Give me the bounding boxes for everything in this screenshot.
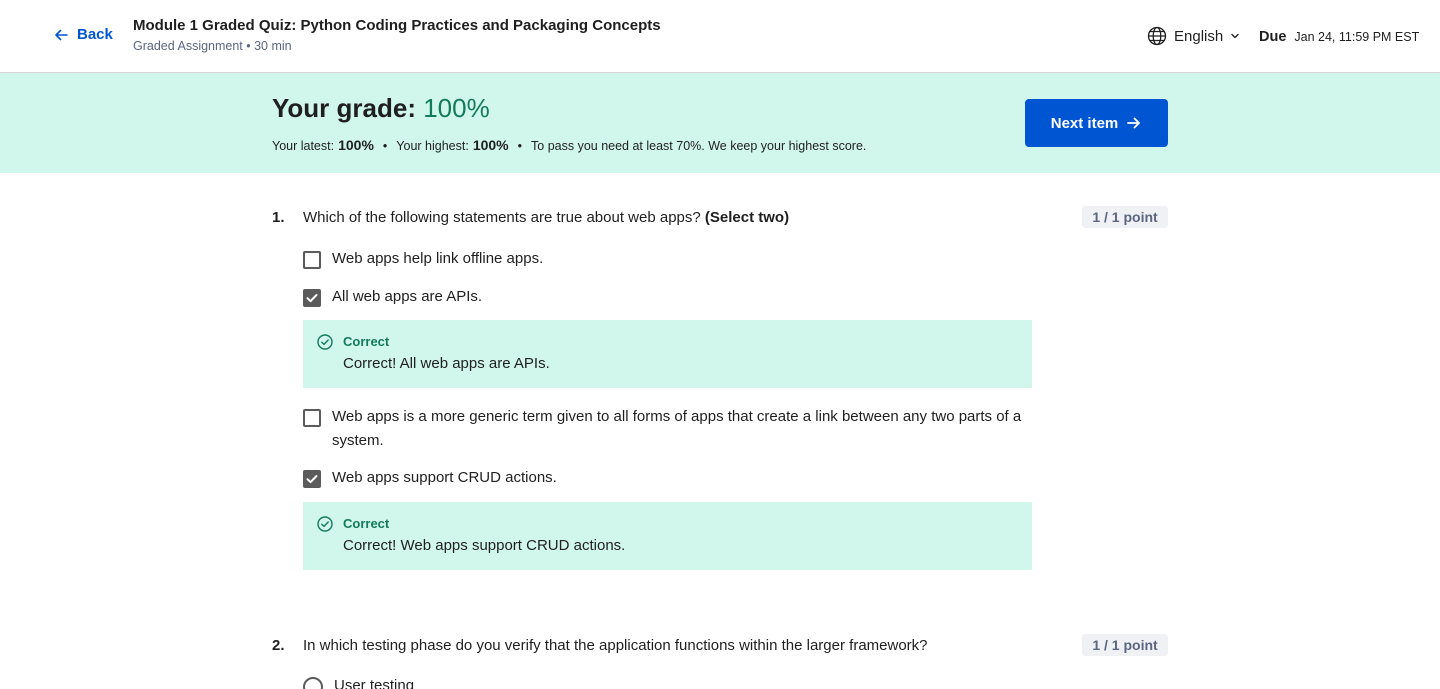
answer-option[interactable]: User testing xyxy=(303,677,1033,689)
feedback-correct: Correct Correct! All web apps are APIs. xyxy=(303,320,1032,388)
checkbox[interactable] xyxy=(303,409,321,427)
feedback-correct: Correct Correct! Web apps support CRUD a… xyxy=(303,502,1032,570)
check-circle-icon xyxy=(317,334,333,350)
separator-dot: • xyxy=(517,139,523,153)
arrow-right-icon xyxy=(1127,117,1141,129)
radio-button[interactable] xyxy=(303,677,323,689)
feedback-title: Correct xyxy=(343,516,390,531)
feedback-title: Correct xyxy=(343,334,390,349)
question-number: 2. xyxy=(272,637,285,654)
option-label: User testing xyxy=(334,677,415,689)
highest-label: Your highest: xyxy=(396,139,469,153)
option-label: Web apps is a more generic term given to… xyxy=(332,408,1022,449)
back-label: Back xyxy=(77,26,113,43)
question-number: 1. xyxy=(272,209,285,226)
grade-banner: Your grade: 100% Your latest: 100% • You… xyxy=(0,73,1440,173)
checkbox-checked[interactable] xyxy=(303,470,321,488)
option-label: Web apps support CRUD actions. xyxy=(332,469,557,486)
checkmark-icon xyxy=(306,294,318,303)
option-label: All web apps are APIs. xyxy=(332,288,483,305)
option-label: Web apps help link offline apps. xyxy=(332,250,544,267)
arrow-left-icon xyxy=(55,29,68,40)
feedback-text: Correct! All web apps are APIs. xyxy=(343,355,550,372)
latest-value: 100% xyxy=(338,137,374,153)
question-prompt: Which of the following statements are tr… xyxy=(303,209,701,226)
language-selector[interactable]: English xyxy=(1147,26,1240,46)
page-title: Module 1 Graded Quiz: Python Coding Prac… xyxy=(133,17,661,34)
check-circle-icon xyxy=(317,516,333,532)
question-text: Which of the following statements are tr… xyxy=(303,209,789,226)
points-badge: 1 / 1 point xyxy=(1082,634,1168,656)
latest-label: Your latest: xyxy=(272,139,335,153)
due-date: Due Jan 24, 11:59 PM EST xyxy=(1259,29,1419,45)
due-label: Due xyxy=(1259,29,1287,45)
answer-option[interactable]: Web apps is a more generic term given to… xyxy=(303,408,1033,453)
checkbox[interactable] xyxy=(303,251,321,269)
feedback-text: Correct! Web apps support CRUD actions. xyxy=(343,537,626,554)
answer-option[interactable]: Web apps help link offline apps. xyxy=(303,250,1033,271)
back-button[interactable]: Back xyxy=(53,26,113,43)
checkmark-icon xyxy=(306,475,318,484)
language-label: English xyxy=(1174,27,1224,45)
separator-dot: • xyxy=(382,139,388,153)
globe-icon xyxy=(1147,26,1167,46)
chevron-down-icon xyxy=(1231,33,1239,39)
grade-details: Your latest: 100% • Your highest: 100% •… xyxy=(272,137,866,153)
grade-label: Your grade: xyxy=(272,93,416,123)
next-item-label: Next item xyxy=(1050,114,1119,132)
answer-option[interactable]: Web apps support CRUD actions. xyxy=(303,469,1033,490)
grade-heading: Your grade: 100% xyxy=(272,93,490,124)
question-prompt: In which testing phase do you verify tha… xyxy=(303,637,928,654)
answer-option[interactable]: All web apps are APIs. xyxy=(303,288,1033,309)
grade-value: 100% xyxy=(423,93,490,123)
highest-value: 100% xyxy=(472,137,509,153)
question-text: In which testing phase do you verify tha… xyxy=(303,637,928,654)
page-subtitle: Graded Assignment • 30 min xyxy=(133,39,292,53)
checkbox-checked[interactable] xyxy=(303,289,321,307)
question-instruction: (Select two) xyxy=(704,209,790,226)
top-bar: Back Module 1 Graded Quiz: Python Coding… xyxy=(0,0,1440,73)
due-value: Jan 24, 11:59 PM EST xyxy=(1294,30,1420,44)
points-badge: 1 / 1 point xyxy=(1082,206,1168,228)
next-item-button[interactable]: Next item xyxy=(1025,99,1168,147)
pass-note: To pass you need at least 70%. We keep y… xyxy=(531,139,867,153)
